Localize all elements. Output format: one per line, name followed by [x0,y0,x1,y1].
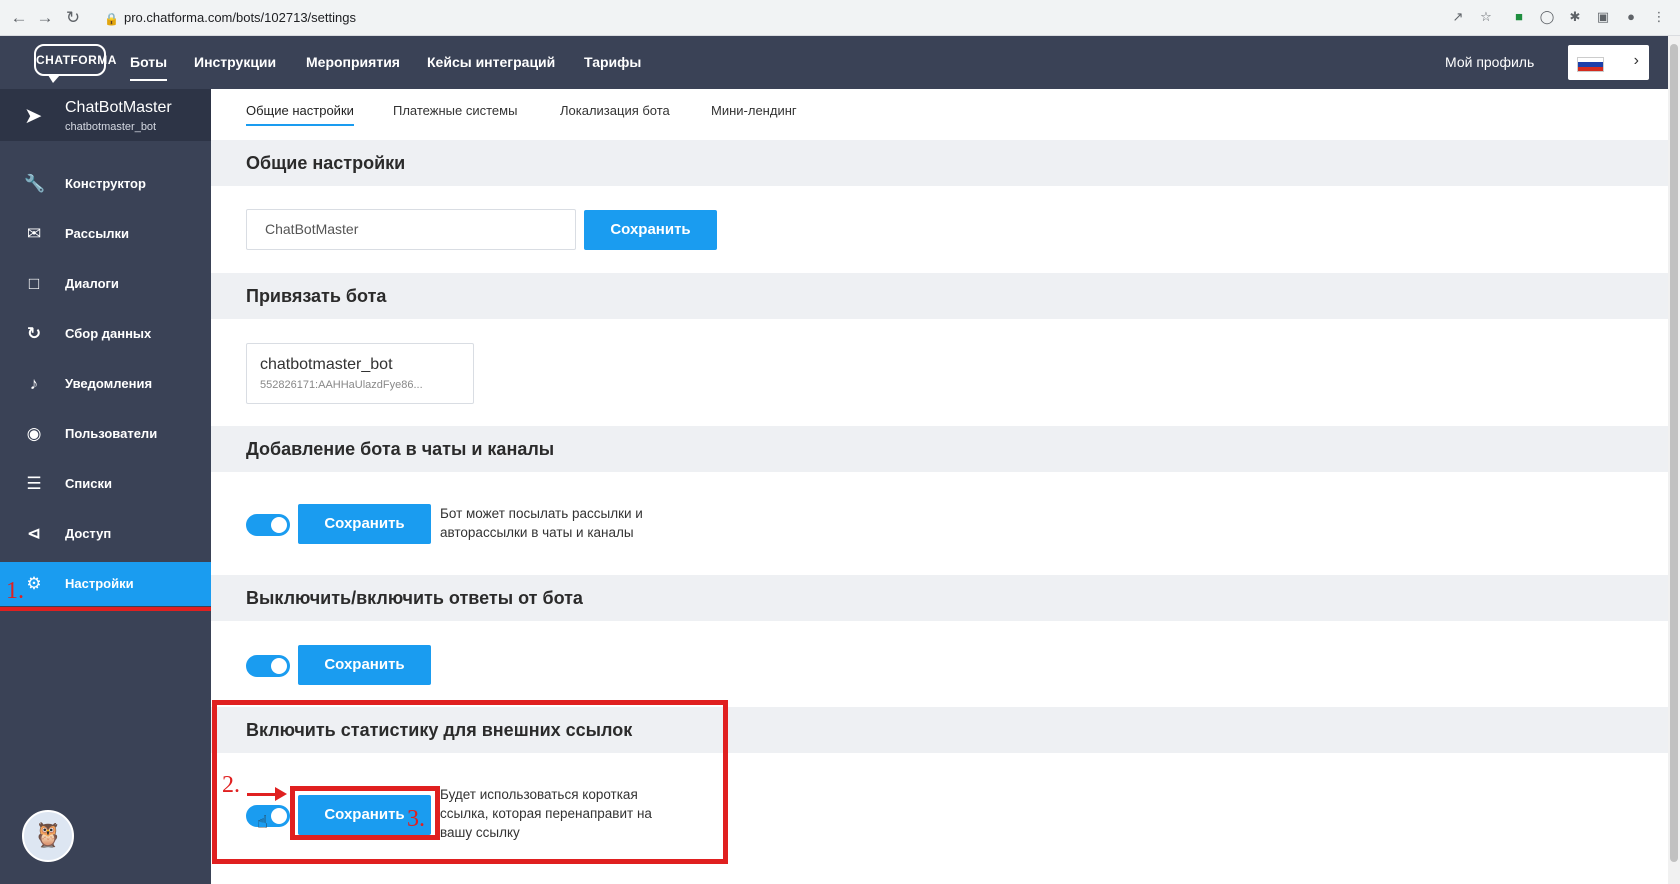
nav-instructions[interactable]: Инструкции [194,36,276,89]
nav-pricing[interactable]: Тарифы [584,36,641,89]
chat-icon: □ [28,274,40,293]
annotation-step-3: 3. [407,806,425,832]
wrench-icon: 🔧 [24,174,46,193]
russia-flag-icon [1577,57,1604,72]
bot-token: 552826171:AAHHaUlazdFye86... [260,379,423,391]
chats-description: Бот может посылать рассылки и авторассыл… [440,506,643,540]
sidebar-item-label: Списки [65,476,112,491]
share-page-icon[interactable]: ↗ [1449,8,1467,26]
puzzle-icon[interactable]: ✱ [1566,8,1584,26]
sidebar-item-access[interactable]: ⊲ Доступ [0,512,211,556]
annotation-step-2: 2. [222,772,240,798]
sidebar-item-label: Конструктор [65,176,146,191]
star-icon[interactable]: ☆ [1477,8,1495,26]
save-general-button[interactable]: Сохранить [584,210,717,250]
my-profile-link[interactable]: Мой профиль [1445,36,1534,89]
sidebar-item-dialogs[interactable]: □ Диалоги [0,262,211,306]
sidebar-item-label: Сбор данных [65,326,152,341]
nav-integration-cases[interactable]: Кейсы интеграций [427,36,555,89]
refresh-circle-icon: ↻ [26,324,42,343]
address-bar[interactable]: 🔒 pro.chatforma.com/bots/102713/settings [96,5,1476,31]
bot-username: chatbotmaster_bot [65,121,157,133]
sidebar-item-users[interactable]: ◉ Пользователи [0,412,211,456]
url-text: pro.chatforma.com/bots/102713/settings [124,10,356,25]
scrollbar-thumb[interactable] [1670,44,1678,862]
tab-localization[interactable]: Локализация бота [560,103,670,124]
sidebar-item-label: Уведомления [65,376,153,391]
annotation-arrow-icon [247,787,287,801]
section-title-chats-channels: Добавление бота в чаты и каналы [211,426,1668,472]
sidebar-item-notifications[interactable]: ♪ Уведомления [0,362,211,406]
page-scrollbar[interactable] [1668,36,1680,884]
chevron-right-icon: › [1633,52,1639,69]
sidebar-item-settings[interactable]: ⚙ Настройки [0,562,211,606]
settings-tabs: Общие настройки Платежные системы Локали… [211,89,1668,139]
sidebar-item-data-collection[interactable]: ↻ Сбор данных [0,312,211,356]
nav-events[interactable]: Мероприятия [306,36,400,89]
tab-general[interactable]: Общие настройки [246,103,354,126]
sidebar-item-label: Диалоги [65,276,119,291]
annotation-step-1: 1. [6,578,24,604]
annotation-underline [0,607,211,611]
list-icon: ☰ [26,474,42,493]
section-title-general: Общие настройки [211,140,1668,186]
gear-icon: ⚙ [26,574,42,593]
tab-payment-systems[interactable]: Платежные системы [393,103,517,124]
sidebar-item-label: Пользователи [65,426,158,441]
bot-name-input[interactable]: ChatBotMaster [246,209,576,250]
browser-toolbar: ← → ↻ 🔒 pro.chatforma.com/bots/102713/se… [0,0,1680,36]
sidebar-item-constructor[interactable]: 🔧 Конструктор [0,162,211,206]
sidebar: ➤ ChatBotMaster chatbotmaster_bot 🔧 Конст… [0,89,211,884]
app-header: CHATFORMA Боты Инструкции Мероприятия Ке… [0,36,1668,89]
lock-icon: 🔒 [104,12,119,26]
sidebar-item-label: Доступ [65,526,112,541]
avatar[interactable]: ● [1622,8,1640,26]
linked-bot-card[interactable]: chatbotmaster_bot 552826171:AAHHaUlazdFy… [246,343,474,404]
chatforma-logo[interactable]: CHATFORMA [34,44,116,83]
forward-icon[interactable]: → [34,7,56,29]
tab-mini-landing[interactable]: Мини-лендинг [711,103,797,124]
language-selector[interactable]: › [1568,45,1649,80]
save-chats-button[interactable]: Сохранить [298,504,431,544]
sidebar-item-lists[interactable]: ☰ Списки [0,462,211,506]
bot-replies-toggle[interactable] [246,655,290,677]
linked-bot-username: chatbotmaster_bot [260,356,393,373]
sidebar-item-mailings[interactable]: ✉ Рассылки [0,212,211,256]
telegram-icon: ➤ [24,103,43,128]
extension-icon[interactable]: ■ [1510,8,1528,26]
bell-icon: ♪ [29,374,39,393]
chats-channels-toggle[interactable] [246,514,290,536]
reload-icon[interactable]: ↻ [62,7,84,29]
bot-card[interactable]: ➤ ChatBotMaster chatbotmaster_bot [0,89,211,141]
chatforma-mascot-avatar[interactable]: 🦉 [22,810,74,862]
share-icon: ⊲ [26,524,42,543]
section-title-bot-replies: Выключить/включить ответы от бота [211,575,1668,621]
hand-cursor-icon: ☝ [257,812,268,832]
shield-icon[interactable]: ◯ [1538,8,1556,26]
envelope-icon: ✉ [26,224,42,243]
users-icon: ◉ [26,424,42,443]
sidebar-item-label: Настройки [65,576,134,591]
nav-bots[interactable]: Боты [130,36,168,89]
bot-name: ChatBotMaster [65,99,172,116]
save-replies-button[interactable]: Сохранить [298,645,431,685]
sidebar-item-label: Рассылки [65,226,130,241]
section-title-link-bot: Привязать бота [211,273,1668,319]
back-icon[interactable]: ← [8,7,30,29]
menu-dots-icon[interactable]: ⋮ [1650,8,1668,26]
sidepanel-icon[interactable]: ▣ [1594,8,1612,26]
